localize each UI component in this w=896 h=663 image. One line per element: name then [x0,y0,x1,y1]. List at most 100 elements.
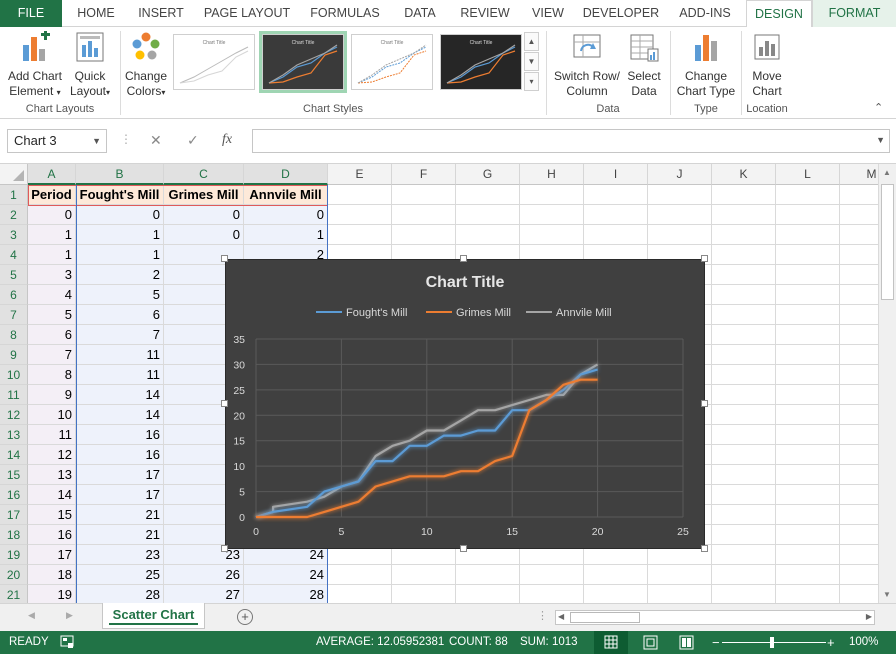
empty-cell[interactable] [840,245,878,265]
data-cell[interactable]: 27 [164,585,244,603]
column-header-a[interactable]: A [28,164,76,185]
empty-cell[interactable] [648,205,712,225]
empty-cell[interactable] [712,465,776,485]
data-cell[interactable]: 1 [28,245,76,265]
zoom-level[interactable]: 100% [849,631,878,654]
row-header-6[interactable]: 6 [0,285,28,305]
row-header-2[interactable]: 2 [0,205,28,225]
data-cell[interactable]: 0 [164,205,244,225]
column-header-h[interactable]: H [520,164,584,185]
column-header-j[interactable]: J [648,164,712,185]
data-cell[interactable]: 0 [244,205,328,225]
scroll-left-icon[interactable]: ◀ [558,612,564,621]
row-header-16[interactable]: 16 [0,485,28,505]
row-header-15[interactable]: 15 [0,465,28,485]
data-cell[interactable]: 11 [76,345,164,365]
empty-cell[interactable] [392,585,456,603]
empty-cell[interactable] [520,185,584,205]
data-cell[interactable]: 4 [28,285,76,305]
empty-cell[interactable] [712,265,776,285]
empty-cell[interactable] [712,425,776,445]
empty-cell[interactable] [328,565,392,585]
empty-cell[interactable] [776,525,840,545]
empty-cell[interactable] [776,545,840,565]
empty-cell[interactable] [776,405,840,425]
data-cell[interactable]: 15 [28,505,76,525]
data-cell[interactable]: 11 [76,365,164,385]
empty-cell[interactable] [840,385,878,405]
data-cell[interactable]: 17 [28,545,76,565]
tab-formulas[interactable]: FORMULAS [302,0,388,27]
header-cell[interactable]: Period [28,185,76,205]
empty-cell[interactable] [584,585,648,603]
empty-cell[interactable] [712,285,776,305]
empty-cell[interactable] [776,285,840,305]
tab-developer[interactable]: DEVELOPER [578,0,664,27]
scroll-up-icon[interactable]: ▲ [880,168,894,177]
data-cell[interactable]: 0 [76,205,164,225]
empty-cell[interactable] [712,385,776,405]
empty-cell[interactable] [456,205,520,225]
enter-icon[interactable]: ✓ [187,132,199,149]
data-cell[interactable]: 0 [28,205,76,225]
column-header-m[interactable]: M [840,164,878,185]
empty-cell[interactable] [776,365,840,385]
empty-cell[interactable] [840,305,878,325]
tab-format[interactable]: FORMAT [812,0,896,27]
row-header-20[interactable]: 20 [0,565,28,585]
empty-cell[interactable] [712,525,776,545]
empty-cell[interactable] [456,185,520,205]
data-cell[interactable]: 1 [76,245,164,265]
empty-cell[interactable] [328,205,392,225]
chevron-down-icon[interactable]: ▼ [92,130,101,152]
empty-cell[interactable] [712,185,776,205]
empty-cell[interactable] [456,585,520,603]
row-header-11[interactable]: 11 [0,385,28,405]
empty-cell[interactable] [776,345,840,365]
tab-home[interactable]: HOME [66,0,126,27]
vertical-scroll-thumb[interactable] [881,184,894,300]
empty-cell[interactable] [520,585,584,603]
empty-cell[interactable] [840,365,878,385]
select-all-corner[interactable] [0,164,28,185]
data-cell[interactable]: 1 [76,225,164,245]
data-cell[interactable]: 19 [28,585,76,603]
formula-input[interactable]: ▼ [252,129,890,153]
empty-cell[interactable] [648,565,712,585]
scroll-sheets-right-icon[interactable]: ▶ [66,610,73,621]
row-header-10[interactable]: 10 [0,365,28,385]
tab-split-handle-icon[interactable]: ⋮ [537,609,548,622]
zoom-slider-track[interactable] [722,642,826,643]
normal-view-button[interactable] [594,631,628,654]
empty-cell[interactable] [840,425,878,445]
horizontal-scrollbar[interactable]: ◀ ▶ [555,610,875,625]
empty-cell[interactable] [584,225,648,245]
empty-cell[interactable] [520,225,584,245]
empty-cell[interactable] [840,505,878,525]
resize-handle-top-left[interactable] [221,255,228,262]
zoom-out-button[interactable]: − [712,631,720,654]
empty-cell[interactable] [392,225,456,245]
data-cell[interactable]: 16 [28,525,76,545]
data-cell[interactable]: 25 [76,565,164,585]
empty-cell[interactable] [840,325,878,345]
empty-cell[interactable] [520,205,584,225]
column-header-d[interactable]: D [244,164,328,185]
data-cell[interactable]: 1 [244,225,328,245]
empty-cell[interactable] [776,465,840,485]
data-cell[interactable]: 6 [28,325,76,345]
empty-cell[interactable] [776,205,840,225]
scroll-right-icon[interactable]: ▶ [866,612,872,621]
empty-cell[interactable] [584,205,648,225]
zoom-slider-thumb[interactable] [770,637,774,648]
data-cell[interactable]: 17 [76,485,164,505]
empty-cell[interactable] [712,505,776,525]
empty-cell[interactable] [840,345,878,365]
empty-cell[interactable] [776,485,840,505]
data-cell[interactable]: 8 [28,365,76,385]
scroll-sheets-left-icon[interactable]: ◀ [28,610,35,621]
header-cell[interactable]: Annvile Mill [244,185,328,205]
horizontal-scroll-thumb[interactable] [570,612,640,623]
sheet-tab-scatter-chart[interactable]: Scatter Chart [102,603,205,629]
row-header-3[interactable]: 3 [0,225,28,245]
